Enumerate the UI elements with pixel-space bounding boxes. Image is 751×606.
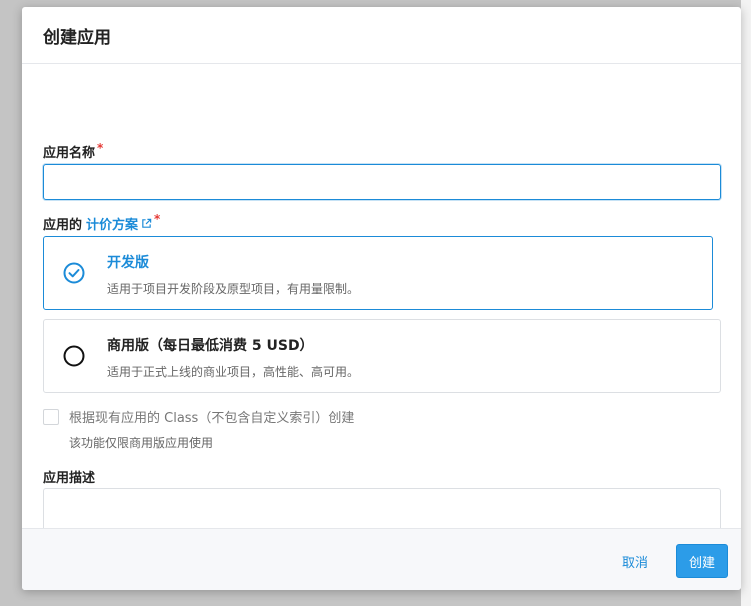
app-name-label-text: 应用名称 bbox=[43, 146, 96, 161]
plan-title: 开发版 bbox=[107, 255, 149, 271]
plan-option-development[interactable]: 开发版 适用于项目开发阶段及原型项目，有用量限制。 bbox=[43, 236, 713, 310]
clone-class-hint: 该功能仅限商用版应用使用 bbox=[69, 436, 214, 450]
background-page bbox=[741, 0, 751, 606]
app-name-input[interactable] bbox=[43, 164, 721, 200]
required-mark: * bbox=[97, 141, 104, 155]
app-name-label: 应用名称 * bbox=[43, 141, 104, 161]
pricing-plan-prefix: 应用的 bbox=[43, 218, 83, 233]
create-button[interactable]: 创建 bbox=[676, 544, 728, 578]
dialog-title: 创建应用 bbox=[43, 27, 111, 48]
plan-option-commercial[interactable]: 商用版（每日最低消费 5 USD） 适用于正式上线的商业项目，高性能、高可用。 bbox=[43, 319, 721, 393]
clone-class-label: 根据现有应用的 Class（不包含自定义索引）创建 bbox=[69, 411, 355, 426]
pricing-plan-label: 应用的 计价方案 * bbox=[43, 211, 161, 234]
external-link-icon[interactable] bbox=[141, 218, 152, 229]
radio-empty-icon bbox=[63, 345, 85, 367]
pricing-plan-link[interactable]: 计价方案 bbox=[86, 214, 138, 233]
clone-class-option: 根据现有应用的 Class（不包含自定义索引）创建 bbox=[43, 407, 354, 426]
dialog-header: 创建应用 bbox=[22, 7, 741, 64]
app-description-label: 应用描述 bbox=[43, 471, 96, 486]
plan-title: 商用版（每日最低消费 5 USD） bbox=[107, 338, 314, 354]
plan-description: 适用于正式上线的商业项目，高性能、高可用。 bbox=[107, 365, 360, 379]
check-circle-icon bbox=[63, 262, 85, 284]
clone-class-checkbox[interactable] bbox=[43, 408, 59, 425]
plan-description: 适用于项目开发阶段及原型项目，有用量限制。 bbox=[107, 282, 360, 296]
dialog-footer: 取消 创建 bbox=[22, 528, 741, 590]
cancel-button[interactable]: 取消 bbox=[613, 545, 657, 577]
required-mark: * bbox=[154, 211, 161, 226]
create-app-dialog: 创建应用 应用名称 * 应用的 计价方案 * 开发版 适用于项目开发阶段及原型项目… bbox=[22, 7, 741, 590]
